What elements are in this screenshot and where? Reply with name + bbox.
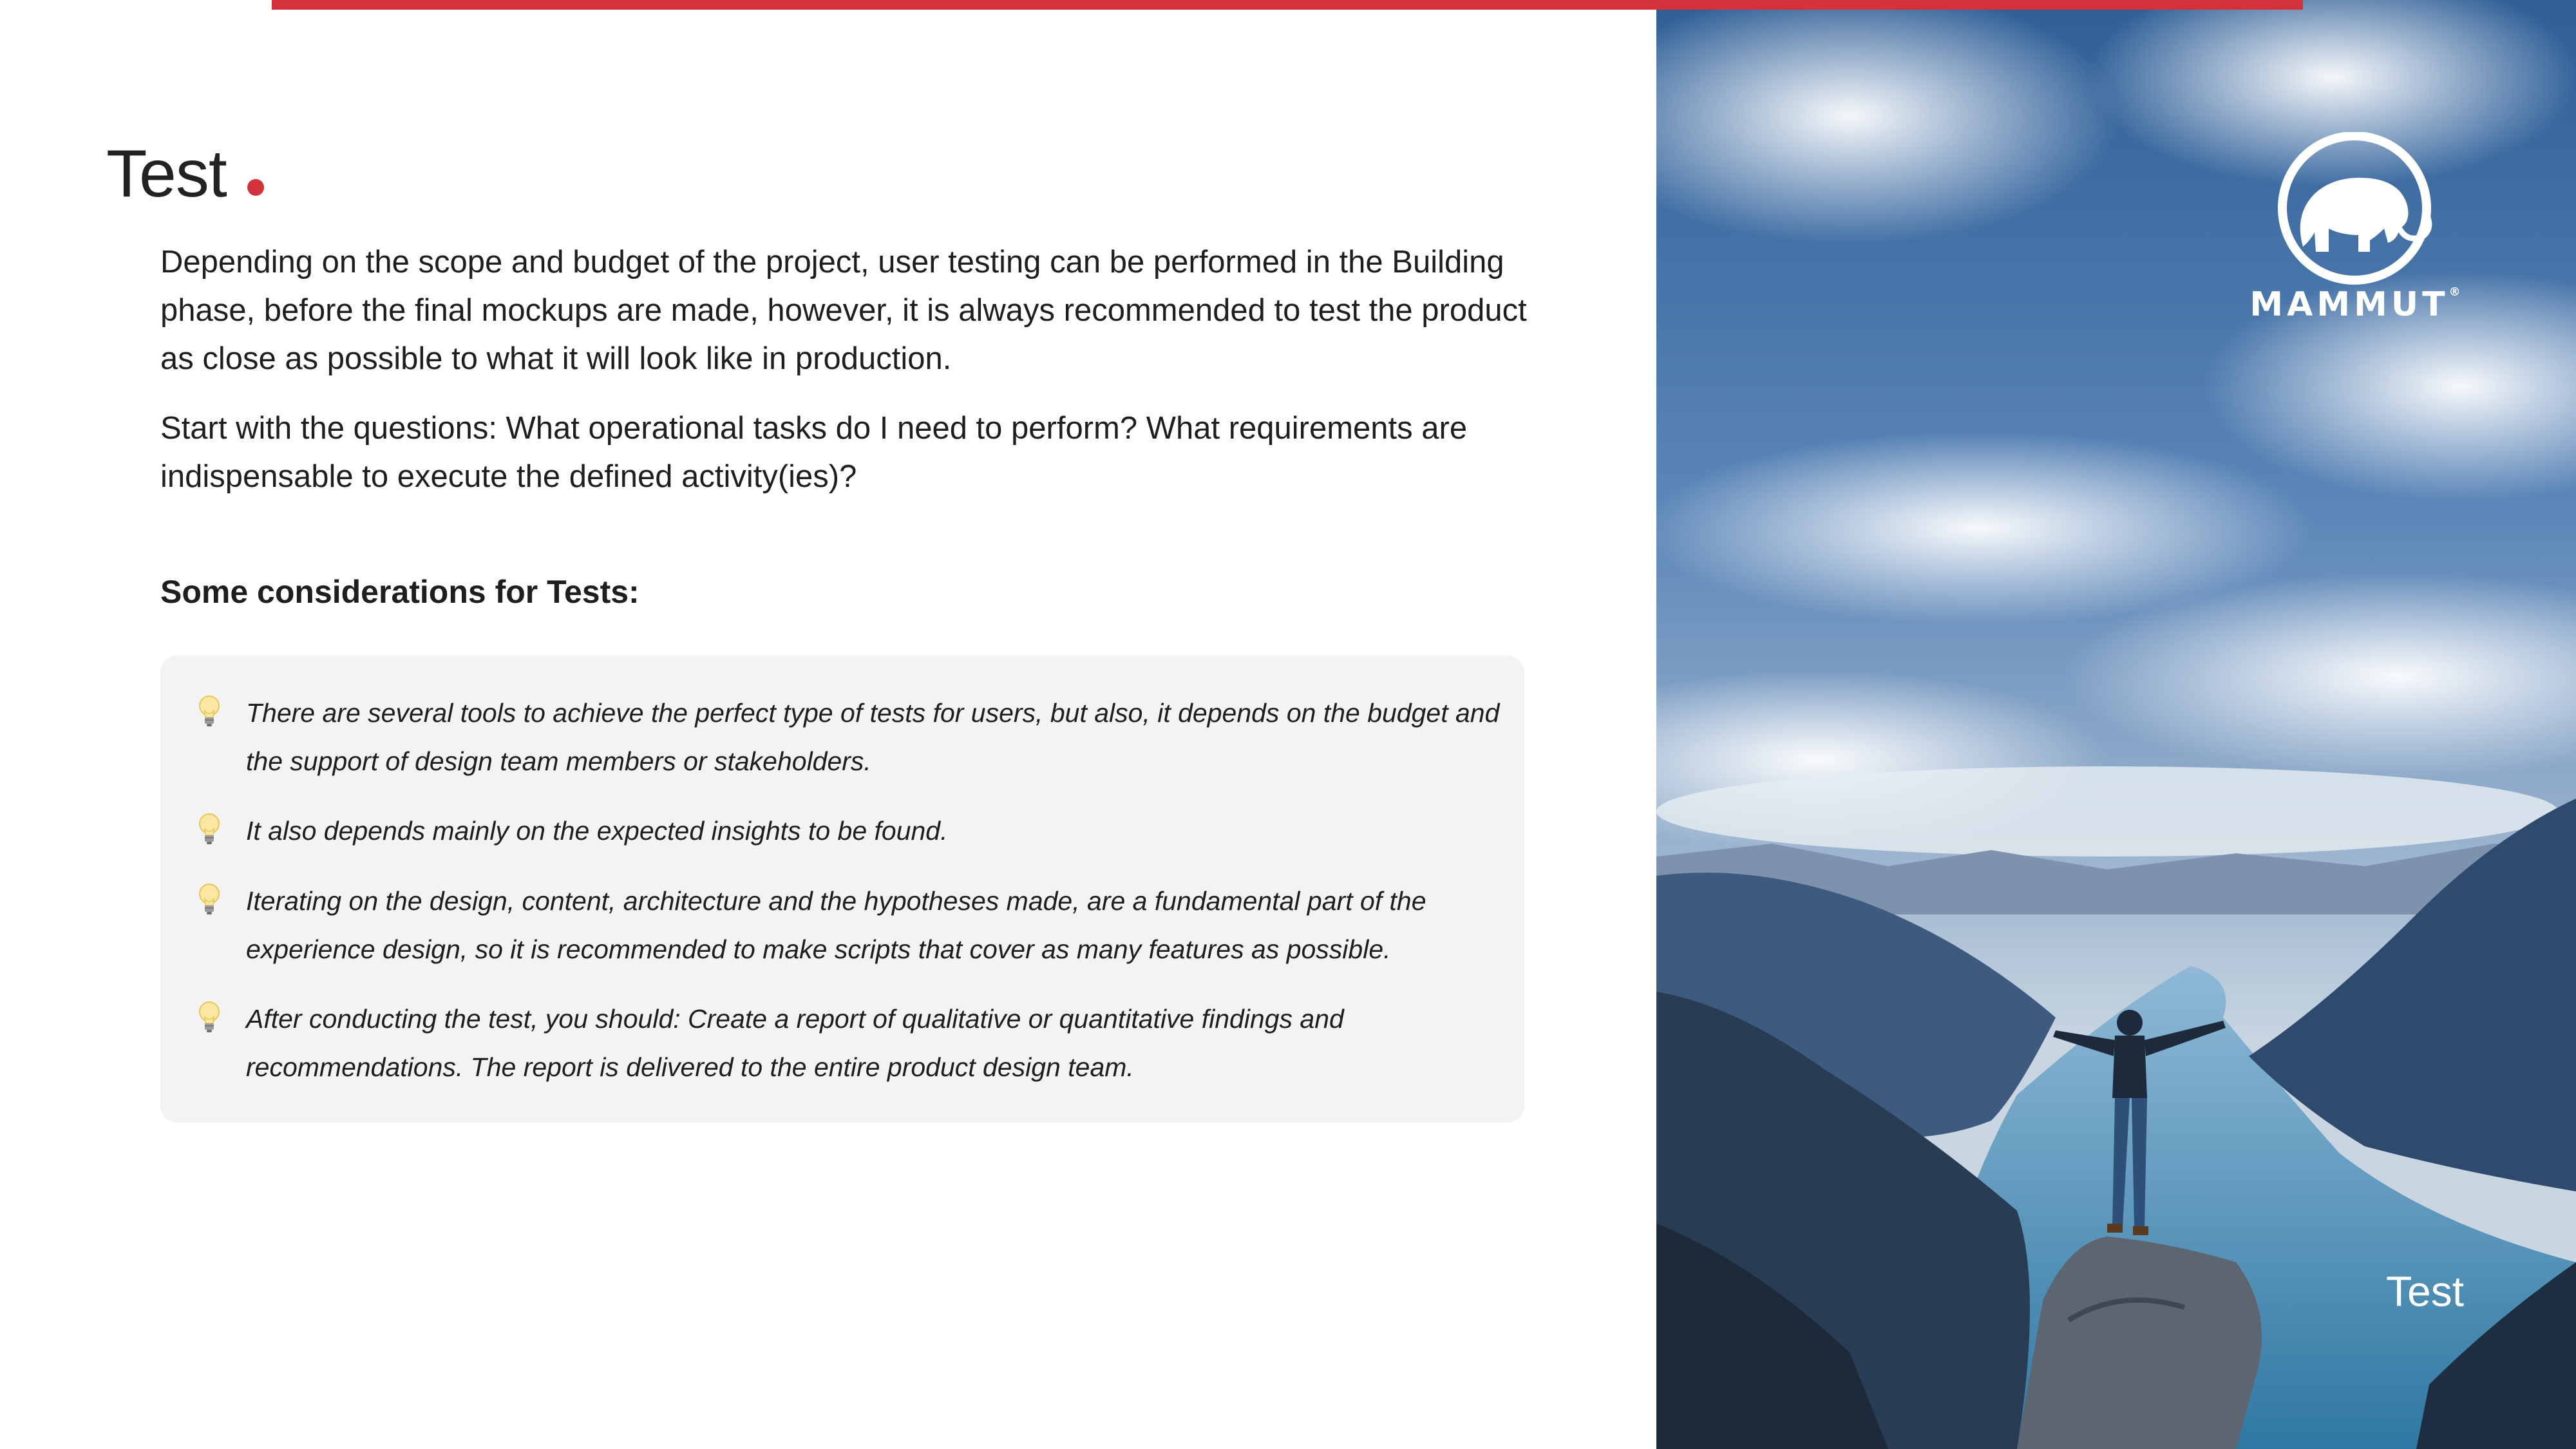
lightbulb-icon	[199, 1001, 220, 1032]
lightbulb-icon	[199, 696, 220, 726]
page-title: Test	[106, 137, 227, 211]
considerations-heading: Some considerations for Tests:	[160, 574, 639, 610]
tip-text: After conducting the test, you should: C…	[246, 1004, 1344, 1082]
tip-text: There are several tools to achieve the p…	[246, 698, 1500, 776]
photo-caption: Test	[2386, 1267, 2465, 1315]
lightbulb-icon	[199, 884, 220, 914]
lightbulb-icon	[199, 813, 220, 844]
content-panel: Test Depending on the scope and budget o…	[0, 0, 1656, 1449]
tip-text: It also depends mainly on the expected i…	[246, 816, 948, 846]
intro-paragraph: Depending on the scope and budget of the…	[160, 245, 1527, 376]
accent-top-bar	[272, 0, 2303, 10]
brand-wordmark: MAMMUT®	[2249, 285, 2461, 324]
considerations-card: There are several tools to achieve the p…	[160, 656, 1524, 1122]
questions-paragraph: Start with the questions: What operation…	[160, 411, 1468, 494]
mammut-logo: MAMMUT®	[2239, 131, 2472, 325]
tip-text: Iterating on the design, content, archit…	[246, 886, 1426, 964]
title-accent-dot	[247, 179, 264, 196]
mammoth-icon	[2278, 131, 2432, 285]
